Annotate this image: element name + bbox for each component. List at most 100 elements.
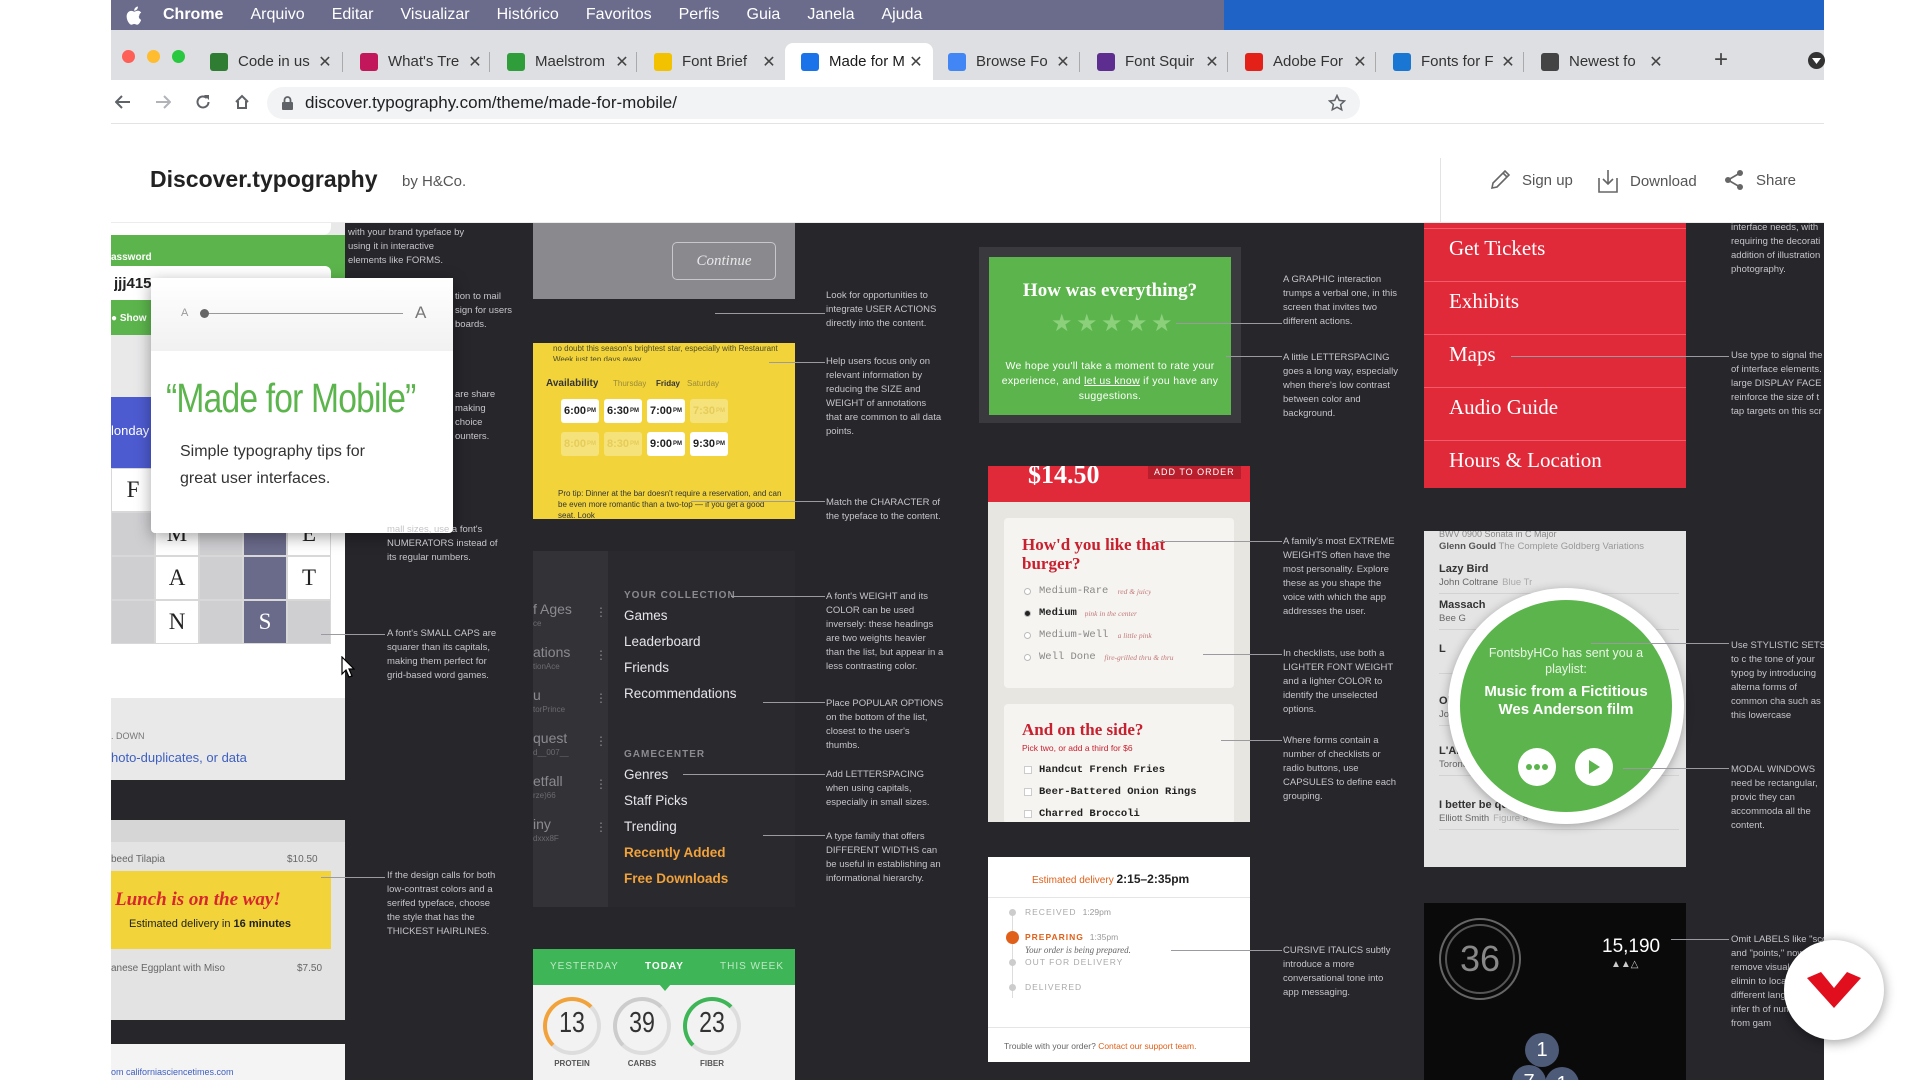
tab-close-icon[interactable]: ✕ [316, 53, 334, 71]
game-badge[interactable]: 1 [1525, 1033, 1559, 1067]
back-button[interactable] [112, 91, 134, 113]
let-us-know-link[interactable]: let us know [1084, 375, 1140, 387]
tab-2[interactable]: Maelstrom ✕ [491, 43, 639, 80]
window-zoom-button[interactable] [172, 50, 185, 63]
museum-menu-item[interactable]: Hours & Location [1449, 448, 1602, 473]
play-button[interactable] [1575, 748, 1613, 786]
collection-item[interactable]: Recommendations [624, 686, 737, 701]
collection-item[interactable]: Leaderboard [624, 634, 701, 649]
radio-button[interactable] [1024, 632, 1031, 639]
game-list-title[interactable]: f Ages [533, 601, 572, 617]
tab-5[interactable]: Browse Fo ✕ [932, 43, 1080, 80]
sign-up-button[interactable]: Sign up [1488, 168, 1573, 192]
day-friday[interactable]: Friday [656, 379, 680, 388]
tab-close-icon[interactable]: ✕ [613, 53, 631, 71]
time-slot-button[interactable]: 6:00 PM [561, 399, 599, 423]
radio-button[interactable] [1024, 588, 1031, 595]
crossword-cell[interactable]: A [155, 556, 199, 600]
radio-button[interactable] [1024, 610, 1031, 617]
address-bar[interactable]: discover.typography.com/theme/made-for-m… [267, 87, 1360, 119]
tab-close-icon[interactable]: ✕ [760, 53, 778, 71]
tab-this-week[interactable]: THIS WEEK [720, 961, 784, 972]
doneness-label[interactable]: Medium [1039, 607, 1077, 619]
font-size-slider[interactable] [203, 313, 403, 314]
kebab-menu-icon[interactable]: ⋮ [595, 734, 607, 748]
rating-stars[interactable]: ★ ★ ★ ★ ★ [1051, 312, 1176, 336]
side-option-label[interactable]: Beer-Battered Onion Rings [1039, 786, 1197, 798]
tab-4[interactable]: Made for M ✕ [785, 43, 933, 80]
kebab-menu-icon[interactable]: ⋮ [595, 648, 607, 662]
crossword-cell[interactable]: T [287, 556, 331, 600]
gamecenter-item[interactable]: Staff Picks [624, 793, 688, 808]
time-slot-button[interactable]: 6:30 PM [604, 399, 642, 423]
floating-logo-badge[interactable] [1784, 940, 1884, 1040]
tab-1[interactable]: What's Tre ✕ [344, 43, 492, 80]
museum-menu-item[interactable]: Get Tickets [1449, 236, 1545, 261]
menu-ajuda[interactable]: Ajuda [881, 6, 922, 24]
doneness-label[interactable]: Medium-Well [1039, 629, 1108, 641]
show-password-toggle[interactable]: ● Show [111, 313, 147, 324]
crossword-cell[interactable]: N [155, 600, 199, 644]
gamecenter-item[interactable]: Free Downloads [624, 871, 728, 886]
kebab-menu-icon[interactable]: ⋮ [595, 691, 607, 705]
side-option-label[interactable]: Handcut French Fries [1039, 764, 1165, 776]
checkbox[interactable] [1024, 810, 1032, 818]
collection-item[interactable]: Friends [624, 660, 669, 675]
crossword-cell[interactable] [243, 556, 287, 600]
window-minimize-button[interactable] [147, 50, 160, 63]
forward-button[interactable] [152, 91, 174, 113]
window-close-button[interactable] [122, 50, 135, 63]
more-button[interactable] [1518, 748, 1556, 786]
museum-menu-item[interactable]: Exhibits [1449, 289, 1519, 314]
crossword-cell[interactable] [111, 556, 155, 600]
tab-close-icon[interactable]: ✕ [1351, 53, 1369, 71]
tab-search-button[interactable] [1808, 52, 1825, 69]
menu-visualizar[interactable]: Visualizar [401, 6, 470, 24]
rating-star-icon[interactable]: ★ [1051, 312, 1073, 336]
tab-close-icon[interactable]: ✕ [1499, 53, 1517, 71]
tab-7[interactable]: Adobe For ✕ [1229, 43, 1377, 80]
home-button[interactable] [231, 91, 253, 113]
checkbox[interactable] [1024, 788, 1032, 796]
apple-icon[interactable] [123, 4, 145, 26]
crossword-cell[interactable]: F [111, 468, 155, 512]
time-slot-button[interactable]: 9:30 PM [690, 432, 728, 456]
doneness-label[interactable]: Medium-Rare [1039, 585, 1108, 597]
checkbox[interactable] [1024, 766, 1032, 774]
game-list-title[interactable]: iny [533, 816, 551, 832]
song-title[interactable]: L [1439, 643, 1446, 655]
menu-perfis[interactable]: Perfis [679, 6, 720, 24]
reload-button[interactable] [192, 91, 214, 113]
tab-0[interactable]: Code in us ✕ [194, 43, 342, 80]
menu-guia[interactable]: Guia [747, 6, 781, 24]
crossword-cell[interactable] [199, 600, 243, 644]
crossword-clue-link[interactable]: hoto-duplicates, or data [111, 750, 247, 765]
tab-6[interactable]: Font Squir ✕ [1081, 43, 1229, 80]
continue-button[interactable]: Continue [672, 242, 776, 280]
crossword-cell[interactable] [287, 600, 331, 644]
song-title[interactable]: Lazy Bird [1439, 563, 1489, 575]
day-saturday[interactable]: Saturday [687, 379, 719, 388]
menu-editar[interactable]: Editar [332, 6, 374, 24]
crossword-cell[interactable] [111, 600, 155, 644]
day-thursday[interactable]: Thursday [613, 379, 646, 388]
new-tab-button[interactable]: + [1714, 48, 1728, 72]
gamecenter-item[interactable]: Trending [624, 819, 677, 834]
crossword-cell[interactable] [111, 512, 155, 556]
museum-menu-item[interactable]: Audio Guide [1449, 395, 1558, 420]
game-list-title[interactable]: u [533, 687, 541, 703]
tab-3[interactable]: Font Brief ✕ [638, 43, 786, 80]
tab-close-icon[interactable]: ✕ [1054, 53, 1072, 71]
rating-star-icon[interactable]: ★ [1076, 312, 1098, 336]
game-badge[interactable]: 1 [1545, 1067, 1579, 1080]
doneness-label[interactable]: Well Done [1039, 651, 1096, 663]
menu-janela[interactable]: Janela [807, 6, 854, 24]
gamecenter-item[interactable]: Recently Added [624, 845, 726, 860]
game-badge[interactable]: 7 [1512, 1065, 1546, 1080]
time-slot-button[interactable]: 9:00 PM [647, 432, 685, 456]
tab-close-icon[interactable]: ✕ [466, 53, 484, 71]
song-title[interactable]: Massach [1439, 599, 1485, 611]
gamecenter-item[interactable]: Genres [624, 767, 668, 782]
kebab-menu-icon[interactable]: ⋮ [595, 605, 607, 619]
game-list-title[interactable]: etfall [533, 773, 563, 789]
